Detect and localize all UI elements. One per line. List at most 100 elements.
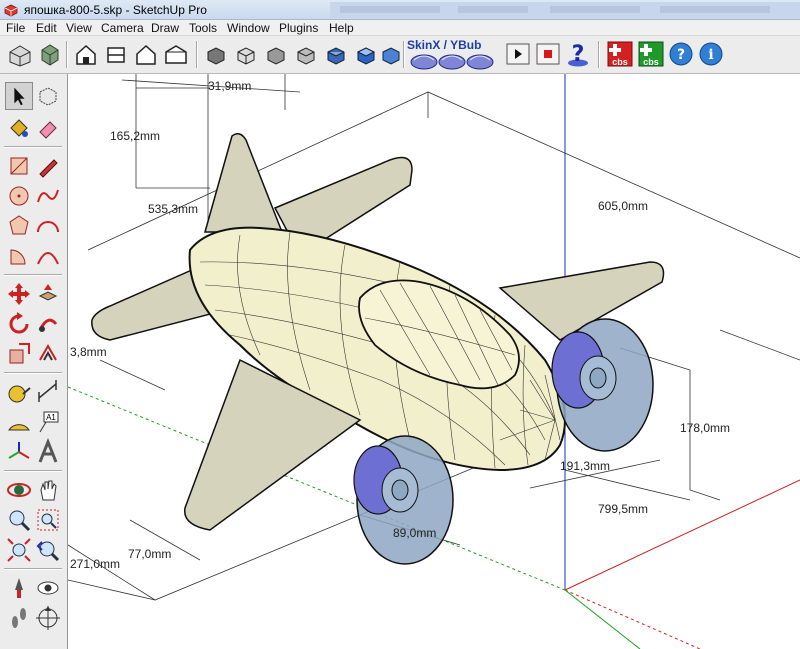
- right-wheel-center: [589, 367, 607, 389]
- help-icon[interactable]: ?: [564, 40, 592, 68]
- tools-separator: [4, 372, 62, 374]
- text-icon[interactable]: A1: [34, 408, 62, 436]
- toolbar-separator: [598, 41, 600, 68]
- dimension-icon[interactable]: [34, 378, 62, 406]
- menu-plugins[interactable]: Plugins: [279, 21, 318, 35]
- dim-label-wheel-track[interactable]: 191,3mm: [560, 459, 610, 473]
- move-icon[interactable]: [5, 280, 33, 308]
- tools-separator: [4, 568, 62, 570]
- walk-icon[interactable]: [5, 604, 33, 632]
- background-tabs: [330, 2, 800, 18]
- get-models-icon[interactable]: [6, 40, 34, 68]
- eraser-icon[interactable]: [34, 114, 62, 142]
- freehand-icon[interactable]: [34, 182, 62, 210]
- dim-label-tail-height[interactable]: 165,2mm: [110, 129, 160, 143]
- three-point-arc-icon[interactable]: [34, 242, 62, 270]
- dim-label-wheel[interactable]: 89,0mm: [393, 526, 436, 540]
- svg-text:A1: A1: [46, 413, 56, 422]
- dim-label-tail-width[interactable]: 31,9mm: [208, 79, 251, 93]
- help-circle-glyph: ?: [677, 47, 685, 63]
- menu-view[interactable]: View: [66, 21, 92, 35]
- pan-icon[interactable]: [34, 476, 62, 504]
- dim-label-wing-depth[interactable]: 271,0mm: [70, 557, 120, 571]
- menu-camera[interactable]: Camera: [101, 21, 144, 35]
- position-camera-icon[interactable]: [5, 574, 33, 602]
- shaded-textures-icon[interactable]: [352, 40, 380, 68]
- skin-tool-icon[interactable]: [410, 50, 500, 72]
- iso-view-icon[interactable]: [72, 40, 100, 68]
- look-around-icon[interactable]: [34, 574, 62, 602]
- front-view-icon[interactable]: [132, 40, 160, 68]
- menu-window[interactable]: Window: [227, 21, 270, 35]
- zoom-extents-icon[interactable]: [5, 536, 33, 564]
- menu-help[interactable]: Help: [329, 21, 354, 35]
- toolbar-separator: [196, 41, 198, 68]
- cbs-label: cbs: [643, 57, 659, 67]
- cbs-add-icon[interactable]: cbs: [637, 40, 665, 68]
- scale-icon[interactable]: [5, 340, 33, 368]
- zoom-window-icon[interactable]: [34, 506, 62, 534]
- rotate-icon[interactable]: [5, 310, 33, 338]
- top-view-icon[interactable]: [102, 40, 130, 68]
- push-pull-icon[interactable]: [34, 280, 62, 308]
- back-view-icon[interactable]: [202, 40, 230, 68]
- window-title: япошка-800-5.skp - SketchUp Pro: [24, 3, 207, 17]
- wireframe-icon[interactable]: [262, 40, 290, 68]
- model-viewport[interactable]: 31,9mm 165,2mm 535,3mm 605,0mm 3,8mm 178…: [68, 74, 800, 649]
- dim-label-small[interactable]: 3,8mm: [70, 345, 107, 359]
- dim-label-height[interactable]: 178,0mm: [680, 421, 730, 435]
- polygon-icon[interactable]: [5, 212, 33, 240]
- green-axis: [564, 589, 641, 649]
- offset-icon[interactable]: [34, 340, 62, 368]
- rectangle-icon[interactable]: [5, 152, 33, 180]
- dim-label-span-left[interactable]: 535,3mm: [148, 202, 198, 216]
- info-icon[interactable]: i: [697, 40, 725, 68]
- hidden-line-icon[interactable]: [292, 40, 320, 68]
- cbs-remove-icon[interactable]: cbs: [606, 40, 634, 68]
- share-model-icon[interactable]: [36, 40, 64, 68]
- paint-bucket-icon[interactable]: [5, 114, 33, 142]
- menu-draw[interactable]: Draw: [151, 21, 179, 35]
- stop-icon[interactable]: [534, 40, 562, 68]
- tail-fin: [204, 133, 284, 233]
- 3d-text-icon[interactable]: [34, 438, 62, 466]
- sketchup-app-icon: [4, 4, 18, 17]
- right-view-icon[interactable]: [162, 40, 190, 68]
- play-icon[interactable]: [504, 40, 532, 68]
- menu-file[interactable]: File: [6, 21, 25, 35]
- dim-label-span[interactable]: 799,5mm: [598, 502, 648, 516]
- section-plane-icon[interactable]: [34, 604, 62, 632]
- circle-icon[interactable]: [5, 182, 33, 210]
- previous-view-icon[interactable]: [34, 536, 62, 564]
- arc-icon[interactable]: [34, 212, 62, 240]
- monochrome-icon[interactable]: [377, 40, 405, 68]
- follow-me-icon[interactable]: [34, 310, 62, 338]
- orbit-icon[interactable]: [5, 476, 33, 504]
- zoom-icon[interactable]: [5, 506, 33, 534]
- red-axis: [564, 479, 800, 591]
- tools-separator: [4, 274, 62, 276]
- red-axis-negative: [564, 589, 701, 649]
- help-glyph: ?: [572, 42, 585, 67]
- shaded-icon[interactable]: [322, 40, 350, 68]
- dim-label-wing-chord[interactable]: 77,0mm: [128, 547, 171, 561]
- tape-measure-icon[interactable]: [5, 378, 33, 406]
- component-icon[interactable]: [34, 82, 62, 110]
- menu-tools[interactable]: Tools: [189, 21, 217, 35]
- pie-icon[interactable]: [5, 242, 33, 270]
- model-canvas[interactable]: 31,9mm 165,2mm 535,3mm 605,0mm 3,8mm 178…: [68, 74, 800, 649]
- toolbar-separator: [403, 41, 405, 68]
- menu-edit[interactable]: Edit: [36, 21, 57, 35]
- protractor-icon[interactable]: [5, 408, 33, 436]
- toolbar-separator: [66, 41, 68, 68]
- dim-label-length[interactable]: 605,0mm: [598, 199, 648, 213]
- info-glyph: i: [708, 47, 713, 63]
- pencil-icon[interactable]: [34, 152, 62, 180]
- title-bar: япошка-800-5.skp - SketchUp Pro: [0, 0, 800, 20]
- xray-icon[interactable]: [232, 40, 260, 68]
- select-icon[interactable]: [5, 82, 33, 110]
- axes-icon[interactable]: [5, 438, 33, 466]
- main-toolbar: ? cbs cbs ? i: [0, 36, 800, 74]
- help-circle-icon[interactable]: ?: [667, 40, 695, 68]
- cbs-label: cbs: [612, 57, 628, 67]
